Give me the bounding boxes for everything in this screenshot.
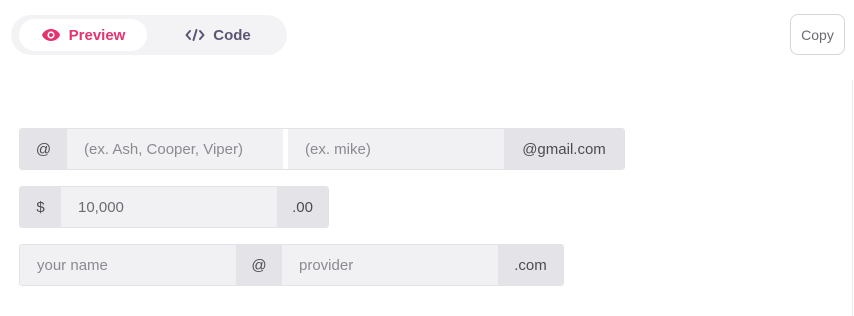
dollar-prefix-addon: $ [20, 187, 61, 227]
code-brackets-icon [185, 29, 205, 41]
amount-group: $ .00 [19, 186, 329, 228]
gmail-suffix-addon: @gmail.com [504, 129, 624, 169]
tab-code[interactable]: Code [165, 19, 271, 51]
eye-icon [41, 29, 60, 41]
view-toggle: Preview Code [11, 15, 287, 55]
provider-input[interactable] [282, 245, 498, 285]
copy-button[interactable]: Copy [790, 14, 845, 55]
tab-code-label: Code [213, 26, 251, 44]
tab-preview[interactable]: Preview [19, 19, 147, 51]
com-suffix-addon: .com [498, 245, 563, 285]
name-input[interactable] [20, 245, 236, 285]
cents-suffix-addon: .00 [277, 187, 328, 227]
tab-preview-label: Preview [68, 26, 126, 44]
at-prefix-addon: @ [20, 129, 67, 169]
panel-divider [852, 80, 853, 316]
at-middle-addon: @ [236, 245, 282, 285]
amount-input[interactable] [61, 187, 277, 227]
email-username-input[interactable] [288, 129, 504, 169]
username-email-group: @ @gmail.com [19, 128, 625, 170]
username-input[interactable] [67, 129, 283, 169]
email-builder-group: @ .com [19, 244, 564, 286]
